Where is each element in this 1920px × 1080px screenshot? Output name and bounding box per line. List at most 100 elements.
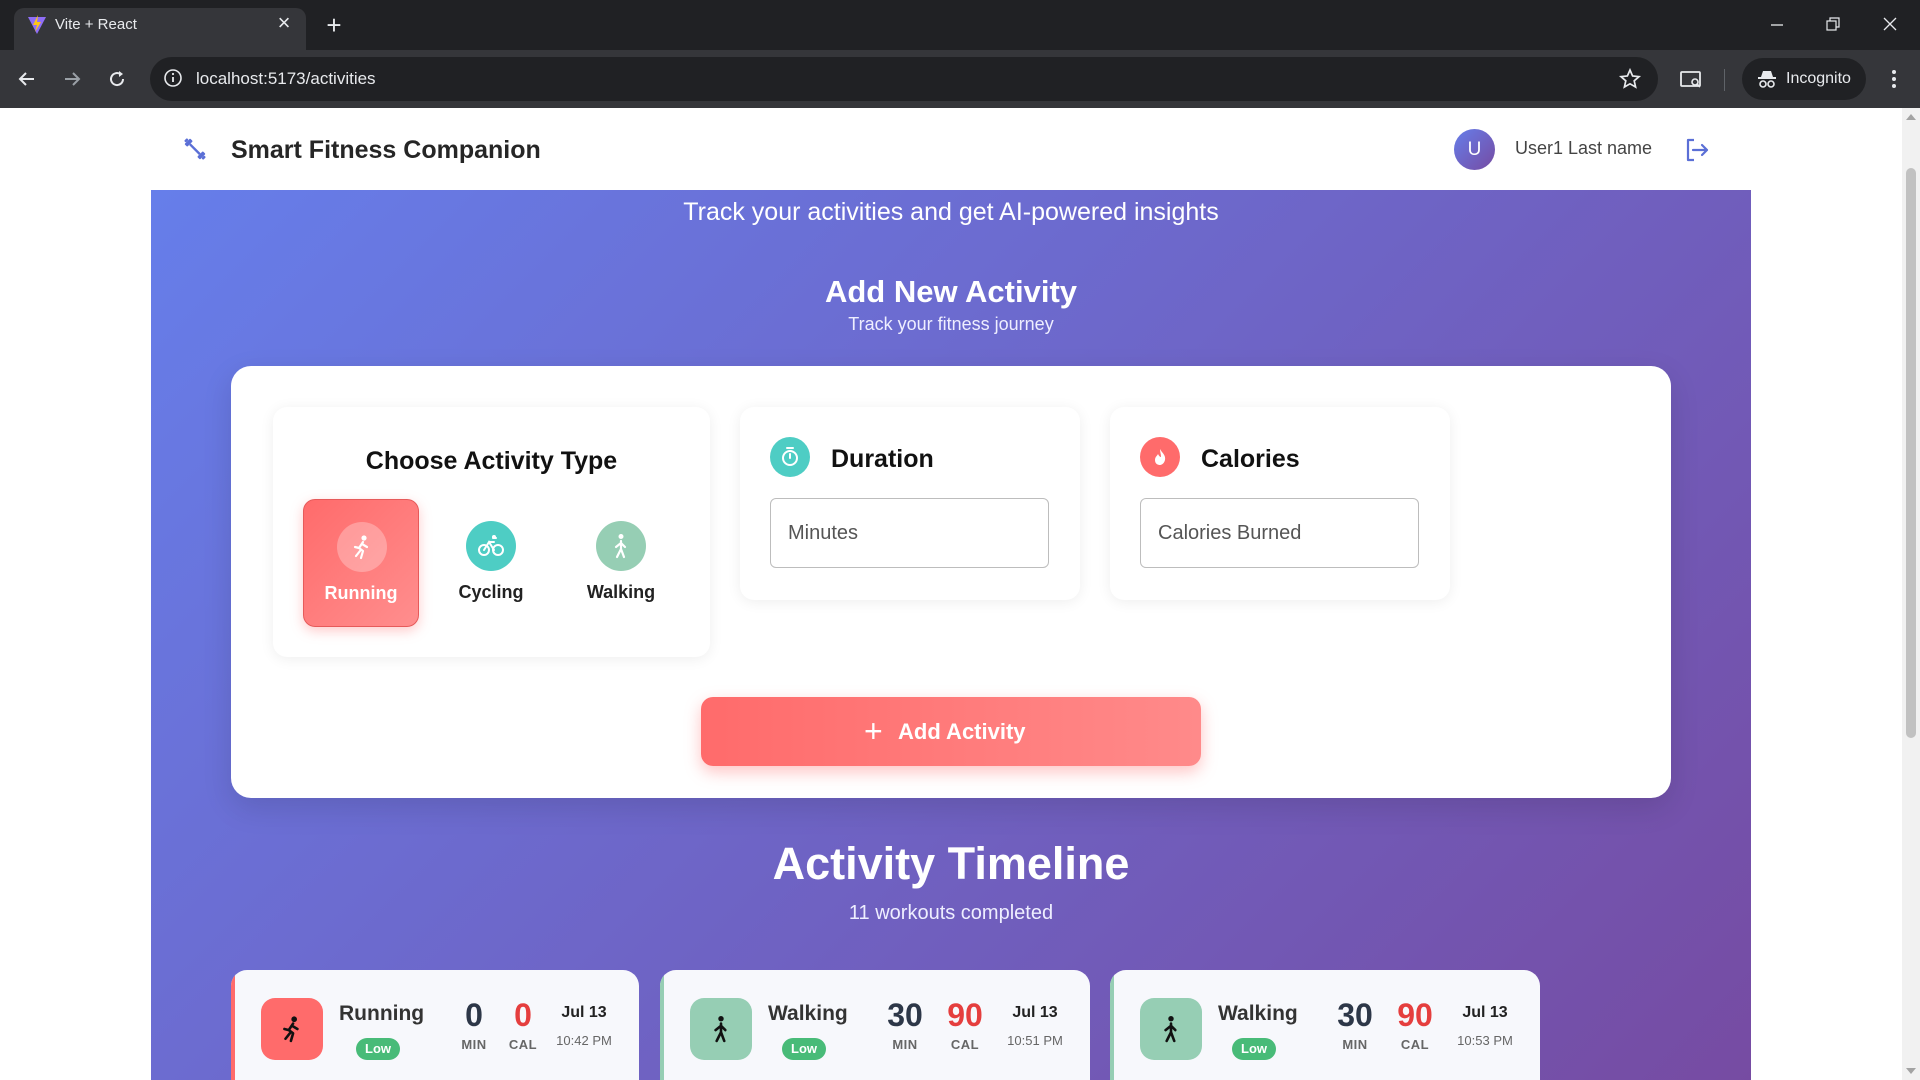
more-vertical-icon	[1892, 70, 1896, 88]
calories-stat: 90 CAL	[1385, 997, 1445, 1052]
duration-unit: MIN	[1342, 1037, 1368, 1052]
intensity-badge: Low	[782, 1038, 826, 1060]
browser-menu-button[interactable]	[1882, 66, 1906, 92]
activity-card[interactable]: Walking Low 30 MIN 90 CAL Jul 13 10:53 P…	[1110, 970, 1540, 1080]
card-accent	[660, 970, 664, 1080]
walking-icon	[596, 521, 646, 571]
app-title[interactable]: Smart Fitness Companion	[231, 136, 541, 165]
restore-window-button[interactable]	[1818, 12, 1848, 38]
back-button[interactable]	[14, 66, 40, 92]
calories-value: 90	[1397, 997, 1433, 1033]
calories-panel: Calories	[1110, 407, 1450, 600]
flame-icon	[1140, 437, 1180, 477]
tab-close-icon[interactable]: ×	[272, 11, 296, 35]
reload-icon	[110, 71, 125, 87]
activity-date: Jul 13	[1462, 1004, 1508, 1021]
calories-value: 90	[947, 997, 983, 1033]
activity-time: 10:42 PM	[556, 1033, 612, 1048]
activity-type-walking[interactable]: Walking	[563, 499, 679, 627]
add-activity-label: Add Activity	[898, 719, 1026, 744]
forward-button[interactable]	[59, 66, 85, 92]
walking-icon	[690, 998, 752, 1060]
page-viewport: Smart Fitness Companion U User1 Last nam…	[0, 108, 1920, 1080]
incognito-indicator[interactable]: Incognito	[1742, 58, 1866, 100]
timeline-heading: Activity Timeline	[772, 838, 1130, 889]
activity-type: Walking	[768, 1002, 848, 1025]
site-info-icon[interactable]	[162, 67, 184, 89]
add-activity-form: Choose Activity Type Running Cycling Wal…	[231, 366, 1671, 798]
hero-tagline: Track your activities and get AI-powered…	[683, 198, 1219, 226]
calories-label: Calories	[1201, 445, 1300, 473]
scroll-down-arrow-icon[interactable]	[1906, 1068, 1916, 1074]
incognito-icon	[1758, 71, 1776, 88]
type-label: Cycling	[458, 582, 524, 602]
minimize-icon	[1771, 24, 1783, 26]
incognito-label: Incognito	[1786, 70, 1851, 87]
reload-button[interactable]	[104, 66, 130, 92]
duration-stat: 30 MIN	[1325, 997, 1385, 1052]
duration-value: 30	[1337, 997, 1373, 1033]
bike-icon	[466, 521, 516, 571]
toolbar-divider	[1724, 69, 1725, 91]
duration-panel: Duration	[740, 407, 1080, 600]
walking-icon	[1140, 998, 1202, 1060]
scroll-up-arrow-icon[interactable]	[1906, 114, 1916, 120]
duration-value: 30	[887, 997, 923, 1033]
logout-icon[interactable]	[1683, 136, 1711, 164]
url-text[interactable]: localhost:5173/activities	[196, 69, 376, 89]
intensity-badge: Low	[356, 1038, 400, 1060]
scrollbar-thumb[interactable]	[1906, 168, 1916, 738]
add-activity-subheading: Track your fitness journey	[848, 314, 1054, 334]
user-name: User1 Last name	[1515, 138, 1653, 158]
activity-type-running[interactable]: Running	[303, 499, 419, 627]
activity-type: Running	[339, 1002, 425, 1025]
calories-unit: CAL	[1400, 1037, 1430, 1052]
close-icon	[1883, 17, 1897, 31]
duration-stat: 30 MIN	[875, 997, 935, 1052]
minimize-window-button[interactable]	[1762, 12, 1792, 38]
calories-unit: CAL	[950, 1037, 980, 1052]
address-bar[interactable]: localhost:5173/activities	[150, 57, 1658, 101]
activity-card[interactable]: Walking Low 30 MIN 90 CAL Jul 13 10:51 P…	[660, 970, 1090, 1080]
add-activity-heading: Add New Activity	[824, 274, 1078, 309]
cast-button[interactable]	[1678, 66, 1704, 92]
app-header: Smart Fitness Companion U User1 Last nam…	[151, 108, 1751, 190]
main-hero: Track your activities and get AI-powered…	[151, 190, 1751, 1080]
browser-toolbar: localhost:5173/activities Incognito	[0, 50, 1920, 108]
calories-stat: 90 CAL	[935, 997, 995, 1052]
card-accent	[231, 970, 235, 1080]
duration-unit: MIN	[892, 1037, 918, 1052]
browser-tab-strip: Vite + React × +	[0, 0, 1920, 50]
new-tab-button[interactable]: +	[319, 11, 349, 41]
duration-input[interactable]	[770, 498, 1049, 568]
user-avatar[interactable]: U	[1454, 129, 1495, 170]
intensity-badge: Low	[1232, 1038, 1276, 1060]
activity-type-cycling[interactable]: Cycling	[433, 499, 549, 627]
cast-icon	[1680, 71, 1701, 88]
activity-card[interactable]: Running Low 0 MIN 0 CAL Jul 13 10:42 PM	[231, 970, 639, 1080]
type-label: Walking	[586, 582, 656, 602]
browser-tab[interactable]: Vite + React ×	[14, 8, 306, 50]
add-activity-button[interactable]: + Add Activity	[701, 697, 1201, 766]
plus-icon: +	[864, 713, 883, 749]
arrow-left-icon	[18, 72, 34, 86]
calories-input[interactable]	[1140, 498, 1419, 568]
timeline-count: 11 workouts completed	[848, 902, 1054, 924]
activity-type: Walking	[1218, 1002, 1298, 1025]
tab-title: Vite + React	[55, 16, 137, 33]
bookmark-star-icon[interactable]	[1618, 67, 1642, 91]
dumbbell-icon	[184, 138, 206, 160]
close-window-button[interactable]	[1875, 12, 1905, 38]
type-label: Running	[324, 583, 398, 603]
arrow-right-icon	[65, 72, 81, 86]
activity-date: Jul 13	[561, 1004, 607, 1021]
activity-date: Jul 13	[1012, 1004, 1058, 1021]
restore-icon	[1826, 17, 1840, 31]
activity-time: 10:53 PM	[1457, 1033, 1513, 1048]
activity-type-heading: Choose Activity Type	[365, 447, 618, 475]
page-scrollbar[interactable]	[1902, 108, 1920, 1080]
running-icon	[261, 998, 323, 1060]
activity-type-panel: Choose Activity Type Running Cycling Wal…	[273, 407, 710, 657]
card-accent	[1110, 970, 1114, 1080]
duration-label: Duration	[831, 445, 934, 473]
